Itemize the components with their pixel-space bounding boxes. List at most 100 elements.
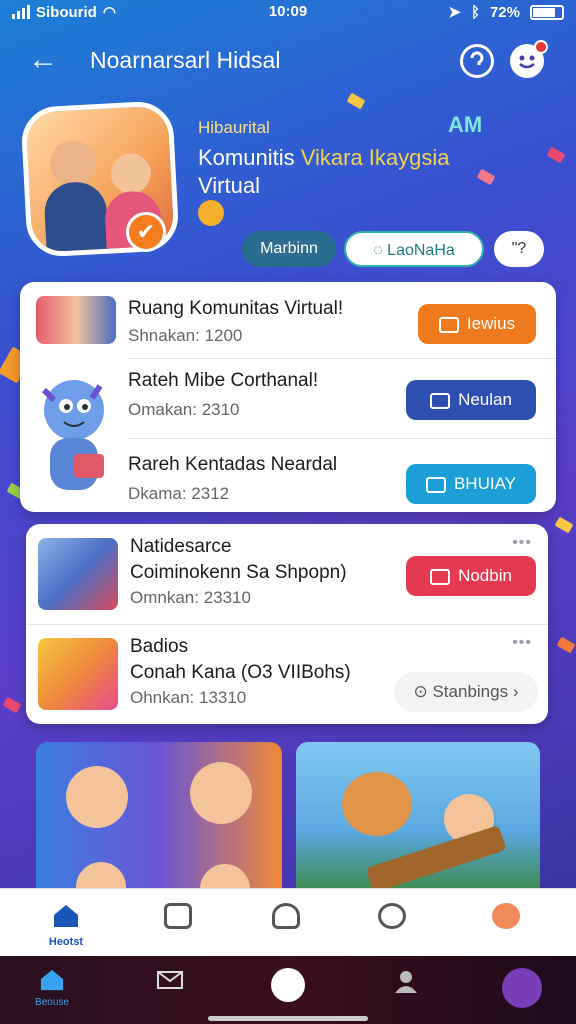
action-label: Neulan — [458, 390, 512, 409]
tab-clipboard[interactable] — [148, 897, 208, 929]
row-subtitle: Shnakan: 1200 — [128, 326, 243, 345]
share-icon — [425, 476, 446, 493]
list-item[interactable]: Ruang Komunitas Virtual! Shnakan: 1200 I… — [20, 282, 556, 358]
confetti — [554, 516, 574, 534]
home-icon — [54, 905, 78, 927]
status-bar: Sibourid ◠ 10:09 ➤ ᛒ 72% — [0, 0, 576, 26]
community-card: Natidesarce Coiminokenn Sa Shpopn) Omnka… — [26, 524, 548, 724]
row-title: Rateh Mibe Corthanal! — [128, 370, 319, 391]
action-button[interactable]: Neulan — [406, 380, 536, 420]
tab-center[interactable] — [258, 968, 318, 1002]
clipboard-icon — [164, 903, 192, 929]
tab-mail[interactable] — [140, 968, 200, 997]
person-illustration — [190, 762, 252, 824]
notification-dot — [534, 40, 548, 54]
more-options-icon[interactable]: ••• — [512, 634, 532, 652]
person-illustration — [48, 139, 98, 188]
tab-avatar[interactable] — [492, 968, 552, 1008]
hero-title-line2: Virtual — [198, 173, 260, 198]
tab-label: Beouse — [35, 997, 69, 1008]
play-icon — [438, 316, 459, 333]
row-title: Ruang Komunitas Virtual! — [128, 298, 344, 319]
avatar-icon — [492, 903, 520, 929]
tab-home[interactable]: Beouse — [22, 968, 82, 1008]
mascot-illustration — [41, 380, 104, 490]
battery-percent: 72% — [489, 3, 520, 21]
hero-title: Komunitis Vikara Ikaygsia Virtual — [198, 144, 498, 200]
chip-more[interactable]: "? — [494, 231, 544, 267]
settings-button[interactable]: ⊙ Stanbings › — [394, 672, 538, 712]
tab-user[interactable] — [376, 968, 436, 999]
row-title-line2: Coiminokenn Sa Shpopn) — [130, 562, 347, 583]
row-subtitle: Ohnkan: 13310 — [130, 688, 247, 707]
tab-bar: Heotst — [0, 888, 576, 956]
hero-subtitle: Hibaurital — [198, 118, 270, 137]
row-subtitle: Omnkan: 23310 — [130, 588, 251, 607]
action-label: Iewius — [466, 314, 516, 333]
person-illustration — [109, 152, 152, 195]
more-options-icon[interactable]: ••• — [512, 534, 532, 552]
list-item[interactable]: Natidesarce Coiminokenn Sa Shpopn) Omnka… — [26, 524, 548, 624]
emoji-icon — [198, 200, 224, 226]
row-subtitle: Dkama: 2312 — [128, 484, 230, 503]
thumbnail-image — [36, 296, 116, 344]
thumbnail-image — [38, 538, 118, 610]
status-right: ➤ ᛒ 72% — [448, 3, 564, 21]
action-label: Nodbin — [458, 566, 512, 585]
list-item[interactable]: Badios Conah Kana (O3 VIIBohs) Ohnkan: 1… — [26, 624, 548, 724]
chat-icon: ◌ — [373, 242, 388, 259]
chevron-right-icon: › — [508, 682, 519, 701]
hero-title-highlight: Vikara Ikaygsia — [300, 145, 450, 170]
chip-marbinn[interactable]: Marbinn — [242, 231, 336, 267]
row-title: Badios — [130, 636, 189, 657]
hero-title-white: Komunitis — [198, 145, 301, 170]
confetti — [346, 92, 366, 110]
row-title: Rareh Kentadas Neardal — [128, 454, 338, 475]
system-tab-bar: Beouse — [0, 956, 576, 1024]
help-button[interactable] — [460, 44, 494, 78]
confetti — [2, 696, 22, 714]
home-indicator — [208, 1016, 368, 1021]
tab-favorites[interactable] — [362, 897, 422, 929]
back-arrow-icon[interactable]: ← — [28, 45, 58, 76]
heart-icon — [378, 903, 406, 929]
battery-icon — [530, 4, 564, 20]
tab-label: Heotst — [48, 936, 84, 948]
action-button[interactable]: Nodbin — [406, 556, 536, 596]
action-button[interactable]: Iewius — [418, 304, 536, 344]
bell-icon — [272, 903, 300, 929]
action-button[interactable]: BHUIAY — [406, 464, 536, 504]
confetti — [546, 146, 566, 164]
help-icon — [470, 51, 484, 65]
home-icon — [40, 969, 64, 991]
avatar — [502, 968, 542, 1008]
check-icon: ✔ — [126, 212, 166, 252]
user-icon — [395, 971, 417, 993]
profile-button[interactable] — [510, 40, 548, 78]
action-label: BHUIAY — [453, 474, 517, 493]
row-title-line2: Conah Kana (O3 VIIBohs) — [130, 662, 351, 683]
person-body — [43, 180, 109, 254]
center-action-icon — [271, 968, 305, 1002]
tab-home[interactable]: Heotst — [36, 897, 96, 948]
person-illustration — [66, 766, 128, 828]
settings-icon: ⊙ — [413, 682, 433, 701]
chip-laonaha[interactable]: ◌ LaoNaHa — [344, 231, 484, 267]
guitar-illustration — [365, 825, 507, 892]
hero-tag: AM — [448, 112, 483, 137]
media-tile[interactable] — [36, 742, 282, 892]
tab-profile[interactable] — [476, 897, 536, 929]
media-tile[interactable] — [296, 742, 540, 892]
row-subtitle: Omakan: 2310 — [128, 400, 240, 419]
page-title: Noarnarsarl Hidsal — [90, 47, 281, 73]
tab-bell[interactable] — [256, 897, 316, 929]
location-icon: ➤ — [448, 4, 461, 21]
confetti — [556, 636, 576, 654]
row-title: Natidesarce — [130, 536, 232, 557]
app-header: ← Noarnarsarl Hidsal — [0, 36, 576, 86]
group-icon — [430, 568, 451, 585]
chip-label: LaoNaHa — [387, 242, 455, 259]
thumbnail-image — [38, 638, 118, 710]
mail-icon — [157, 971, 183, 989]
action-label: Stanbings — [432, 682, 509, 701]
